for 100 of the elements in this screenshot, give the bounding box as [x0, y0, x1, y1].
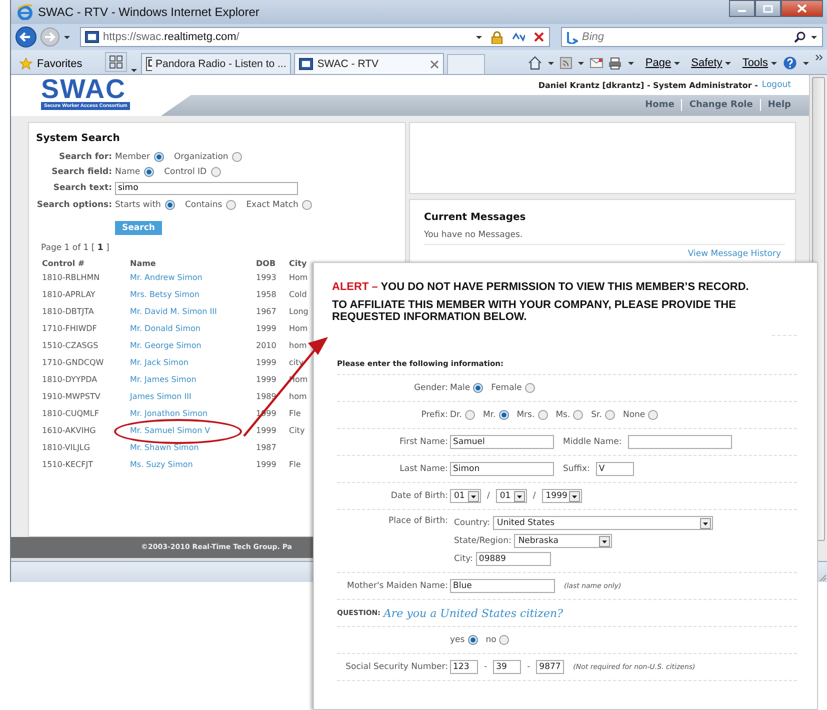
- close-button[interactable]: [781, 0, 823, 17]
- member-link[interactable]: Mr. Andrew Simon: [130, 272, 202, 282]
- nav-link[interactable]: Help: [768, 100, 791, 110]
- member-link[interactable]: Mr. Donald Simon: [130, 324, 200, 333]
- separator-text: -: [484, 662, 488, 672]
- caret-icon[interactable]: [627, 60, 636, 66]
- page-icon: [146, 57, 152, 71]
- radio-button[interactable]: [468, 635, 478, 645]
- browser-tab[interactable]: SWAC - RTV: [294, 53, 444, 74]
- member-link[interactable]: Mr. George Simon: [130, 340, 202, 350]
- radio-button[interactable]: [464, 410, 475, 420]
- bing-logo-icon: [566, 30, 578, 44]
- member-link[interactable]: Mr. David M. Simon III: [130, 306, 217, 316]
- help-icon[interactable]: [783, 56, 797, 70]
- quick-tabs-button[interactable]: [105, 52, 128, 72]
- table-cell-text: Hom: [289, 324, 309, 335]
- option-label: Control ID: [164, 166, 207, 177]
- input-field[interactable]: Samuel: [450, 435, 554, 449]
- caret-icon: [770, 60, 778, 66]
- table-cell-text: 1710-FHIWDF: [42, 324, 98, 335]
- input-field[interactable]: 09889: [476, 552, 551, 566]
- nav-link[interactable]: Change Role: [689, 100, 753, 110]
- radio-button[interactable]: [498, 410, 509, 420]
- radio-button[interactable]: [604, 410, 615, 420]
- input-field[interactable]: Blue: [450, 579, 555, 593]
- radio-button[interactable]: [302, 200, 312, 210]
- search-icon[interactable]: [794, 31, 806, 43]
- resize-grip-icon: [817, 572, 827, 582]
- minimize-button[interactable]: [729, 0, 755, 17]
- input-field[interactable]: [628, 435, 732, 449]
- radio-button[interactable]: [499, 635, 510, 645]
- back-button[interactable]: [15, 26, 37, 48]
- close-tab-icon[interactable]: [430, 60, 440, 68]
- search-text-field[interactable]: simo: [115, 182, 298, 195]
- stop-icon[interactable]: [533, 31, 545, 43]
- printer-icon[interactable]: [608, 56, 622, 70]
- favorites-button[interactable]: Favorites: [17, 54, 88, 74]
- radio-button[interactable]: [144, 166, 154, 177]
- member-link[interactable]: Mr. James Simon: [130, 374, 196, 384]
- maximize-button[interactable]: [755, 0, 781, 17]
- radio-button[interactable]: [232, 152, 242, 162]
- field-label: Middle Name:: [563, 437, 622, 447]
- site-logo[interactable]: SWAC: [41, 76, 126, 102]
- logout-link[interactable]: Logout: [762, 80, 791, 90]
- radio-button[interactable]: [210, 166, 221, 177]
- input-field[interactable]: 39: [493, 660, 522, 674]
- chevron-icon[interactable]: [815, 54, 823, 62]
- radio-button[interactable]: [226, 200, 236, 210]
- feeds-icon[interactable]: [560, 57, 572, 69]
- table-cell-text: Fle: [289, 460, 302, 471]
- caret-icon[interactable]: [63, 34, 71, 40]
- refresh-icon[interactable]: [511, 31, 525, 43]
- mail-icon[interactable]: [590, 58, 604, 68]
- input-field[interactable]: V: [596, 462, 634, 476]
- message-history-link[interactable]: View Message History: [688, 248, 781, 259]
- dropdown[interactable]: Nebraska: [514, 534, 612, 548]
- option-label: Starts with: [115, 200, 161, 210]
- caret-icon[interactable]: [810, 34, 818, 40]
- member-link[interactable]: Mr. Jonathon Simon: [130, 408, 208, 418]
- radio-button[interactable]: [524, 383, 535, 393]
- dropdown[interactable]: United States: [493, 516, 714, 530]
- caret-icon[interactable]: [577, 60, 586, 66]
- separator-text: /: [532, 491, 536, 501]
- member-link[interactable]: Mr. Shawn Simon: [130, 442, 199, 452]
- toolbar-menu[interactable]: Safety: [691, 57, 732, 69]
- address-bar[interactable]: https://swac.realtimetg.com/: [80, 27, 550, 47]
- dropdown[interactable]: 01: [496, 489, 527, 503]
- table-cell-text: 1999: [256, 358, 278, 369]
- nav-link[interactable]: Home: [645, 100, 674, 110]
- lock-icon[interactable]: [491, 30, 503, 44]
- radio-button[interactable]: [648, 410, 658, 420]
- member-link[interactable]: Ms. Suzy Simon: [130, 460, 193, 469]
- toolbar-menu[interactable]: Tools: [742, 57, 778, 69]
- member-link[interactable]: Mrs. Betsy Simon: [130, 290, 200, 299]
- member-link[interactable]: James Simon III: [130, 392, 192, 401]
- browser-tab[interactable]: Pandora Radio - Listen to ...: [141, 53, 292, 74]
- caret-icon[interactable]: [547, 60, 556, 66]
- table-cell-text: 1810-DYYPDA: [42, 374, 98, 386]
- dropdown[interactable]: 1999: [542, 489, 582, 503]
- caret-icon[interactable]: [802, 60, 810, 66]
- input-field[interactable]: Simon: [450, 462, 554, 476]
- radio-button[interactable]: [473, 383, 484, 393]
- dropdown[interactable]: 01: [450, 489, 481, 503]
- caret-icon[interactable]: [475, 34, 483, 40]
- radio-button[interactable]: [154, 152, 164, 162]
- member-link[interactable]: Mr. Jack Simon: [130, 358, 188, 367]
- caret-icon: [724, 60, 732, 66]
- star-icon: [19, 57, 33, 71]
- table-cell-text: Hom: [289, 272, 309, 284]
- input-field[interactable]: 123: [450, 660, 478, 674]
- separator-text: -: [527, 662, 530, 672]
- search-field[interactable]: Bing: [561, 27, 823, 47]
- toolbar-menu[interactable]: Page: [645, 57, 682, 69]
- pagination-text: Page 1 of 1 [ 1 ]: [41, 242, 110, 253]
- radio-button[interactable]: [538, 410, 548, 420]
- radio-button[interactable]: [573, 410, 584, 420]
- member-link[interactable]: Mr. Samuel Simon V: [130, 426, 210, 435]
- radio-button[interactable]: [164, 200, 175, 210]
- home-icon[interactable]: [528, 56, 542, 70]
- input-field[interactable]: 9877: [536, 660, 564, 674]
